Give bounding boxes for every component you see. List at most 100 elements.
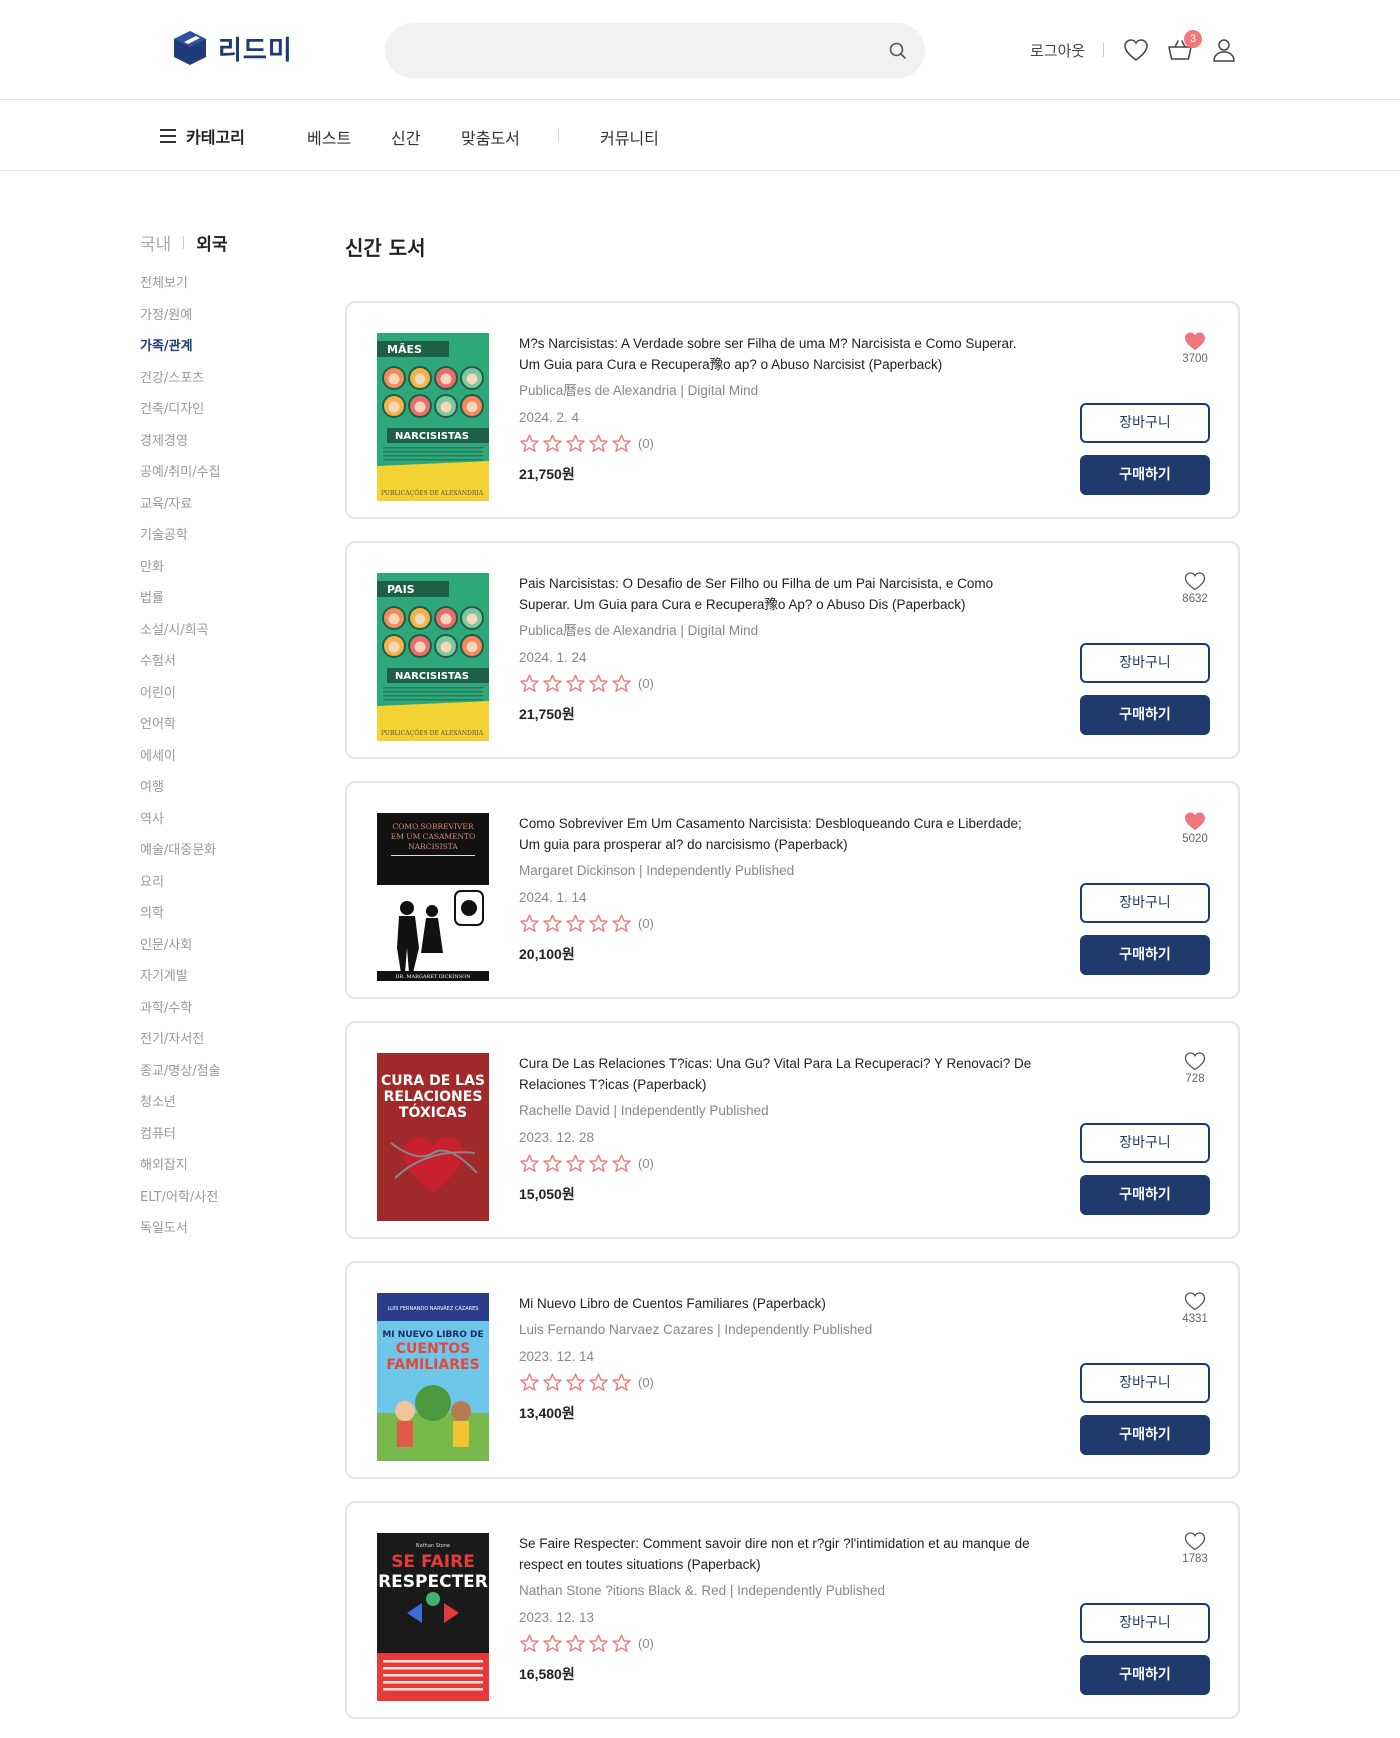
like-button[interactable]: 3700 [1180, 331, 1210, 365]
buy-now-button[interactable]: 구매하기 [1080, 695, 1210, 735]
category-menu-button[interactable]: 카테고리 [160, 124, 245, 148]
buy-now-button[interactable]: 구매하기 [1080, 1415, 1210, 1455]
sidebar-category-item[interactable]: 전체보기 [140, 274, 221, 306]
logo[interactable]: 리드미 [172, 28, 293, 68]
sidebar-category-item[interactable]: 자기계발 [140, 967, 221, 999]
cart-icon[interactable]: 3 [1166, 30, 1203, 64]
logo-text: 리드미 [218, 35, 293, 66]
logout-link[interactable]: 로그아웃 [1030, 40, 1085, 61]
sidebar-category-item[interactable]: 해외잡지 [140, 1156, 221, 1188]
like-button[interactable]: 1783 [1180, 1531, 1210, 1565]
sidebar-category-item[interactable]: 과학/수학 [140, 999, 221, 1031]
buy-now-button[interactable]: 구매하기 [1080, 935, 1210, 975]
sidebar-category-item[interactable]: 경제경영 [140, 432, 221, 464]
book-price: 20,100원 [519, 946, 575, 962]
book-info: M?s Narcisistas: A Verdade sobre ser Fil… [519, 333, 1039, 484]
sidebar-category-item[interactable]: 기술공학 [140, 526, 221, 558]
book-cover-image[interactable]: LUIS FERNANDO NARVÁEZ CÁZARES MI NUEVO LI… [377, 1293, 489, 1461]
sidebar-category-item[interactable]: 의학 [140, 904, 221, 936]
heart-outline-icon [1180, 571, 1210, 591]
nav-item-recommended[interactable]: 맞춤도서 [461, 125, 520, 149]
book-cover-image[interactable]: Nathan Stone SE FAIRE RESPECTER [377, 1533, 489, 1701]
buy-now-button[interactable]: 구매하기 [1080, 1175, 1210, 1215]
sidebar-category-item[interactable]: 요리 [140, 873, 221, 905]
sidebar-category-item[interactable]: 수험서 [140, 652, 221, 684]
book-info: Se Faire Respecter: Comment savoir dire … [519, 1533, 1039, 1684]
svg-text:RELACIONES: RELACIONES [384, 1089, 483, 1105]
book-cover-image[interactable]: PAIS NARCISISTAS PUBLICAÇÕES DE ALEXANDRIA [377, 573, 489, 741]
sidebar-category-item[interactable]: 건강/스포츠 [140, 369, 221, 401]
search-input[interactable] [409, 23, 869, 78]
book-title-link[interactable]: Pais Narcisistas: O Desafio de Ser Filho… [519, 573, 1039, 615]
add-to-cart-button[interactable]: 장바구니 [1080, 883, 1210, 923]
like-button[interactable]: 5020 [1180, 811, 1210, 845]
book-author-publisher: Margaret Dickinson | Independently Publi… [519, 863, 795, 878]
nav-item-best[interactable]: 베스트 [307, 125, 351, 149]
nav-item-community[interactable]: 커뮤니티 [600, 125, 659, 149]
rating-star-icon [519, 1633, 540, 1654]
book-cover-image[interactable]: CURA DE LAS RELACIONES TÓXICAS [377, 1053, 489, 1221]
add-to-cart-button[interactable]: 장바구니 [1080, 1363, 1210, 1403]
sidebar-category-item[interactable]: 공예/취미/수집 [140, 463, 221, 495]
wishlist-heart-icon[interactable] [1122, 36, 1150, 64]
search-icon[interactable] [887, 40, 909, 62]
sidebar-category-item[interactable]: 예술/대중문화 [140, 841, 221, 873]
sidebar-category-item[interactable]: 언어학 [140, 715, 221, 747]
add-to-cart-button[interactable]: 장바구니 [1080, 403, 1210, 443]
book-card: COMO SOBREVIVER EM UM CASAMENTO NARCISISTA… [345, 781, 1240, 999]
rating-star-icon [519, 913, 540, 934]
book-title-link[interactable]: Mi Nuevo Libro de Cuentos Familiares (Pa… [519, 1293, 1039, 1314]
tab-foreign[interactable]: 외국 [196, 230, 227, 255]
buy-now-button[interactable]: 구매하기 [1080, 455, 1210, 495]
rating-star-icon [542, 673, 563, 694]
sidebar-category-item[interactable]: 전기/자서전 [140, 1030, 221, 1062]
rating-star-icon [542, 1372, 563, 1393]
site-header: 리드미 로그아웃 3 [0, 0, 1400, 100]
svg-text:CUENTOS: CUENTOS [396, 1341, 470, 1357]
add-to-cart-button[interactable]: 장바구니 [1080, 1123, 1210, 1163]
rating-star-icon [611, 1633, 632, 1654]
book-title-link[interactable]: Como Sobreviver Em Um Casamento Narcisis… [519, 813, 1039, 855]
sidebar-category-item[interactable]: 어린이 [140, 684, 221, 716]
sidebar-category-item[interactable]: 건축/디자인 [140, 400, 221, 432]
sidebar-category-item[interactable]: 법률 [140, 589, 221, 621]
sidebar-category-item[interactable]: 역사 [140, 810, 221, 842]
buy-now-button[interactable]: 구매하기 [1080, 1655, 1210, 1695]
sidebar-category-item[interactable]: 교육/자료 [140, 495, 221, 527]
tab-domestic[interactable]: 국내 [140, 230, 171, 255]
sidebar-category-item[interactable]: 인문/사회 [140, 936, 221, 968]
nav-item-new[interactable]: 신간 [391, 125, 420, 149]
rating-star-icon [588, 673, 609, 694]
rating-star-icon [588, 1153, 609, 1174]
svg-text:EM UM CASAMENTO: EM UM CASAMENTO [391, 832, 476, 841]
book-author-publisher: Luis Fernando Narvaez Cazares | Independ… [519, 1322, 873, 1337]
like-button[interactable]: 728 [1180, 1051, 1210, 1085]
sidebar-category-item[interactable]: 에세이 [140, 747, 221, 779]
book-cover-image[interactable]: MÃES NARCISISTAS PUBLICAÇÕES DE ALEXANDRIA [377, 333, 489, 501]
rating-count: (0) [638, 675, 654, 691]
sidebar-category-item[interactable]: 청소년 [140, 1093, 221, 1125]
book-title-link[interactable]: M?s Narcisistas: A Verdade sobre ser Fil… [519, 333, 1039, 375]
book-cover-image[interactable]: COMO SOBREVIVER EM UM CASAMENTO NARCISISTA… [377, 813, 489, 981]
sidebar-category-item[interactable]: 여행 [140, 778, 221, 810]
sidebar-category-item[interactable]: ELT/어학/사전 [140, 1188, 221, 1220]
user-icon[interactable] [1210, 36, 1238, 64]
sidebar-category-item[interactable]: 독일도서 [140, 1219, 221, 1251]
add-to-cart-button[interactable]: 장바구니 [1080, 643, 1210, 683]
sidebar-category-item[interactable]: 가정/원예 [140, 306, 221, 338]
main-nav: 카테고리 베스트 신간 맞춤도서 커뮤니티 [0, 101, 1400, 171]
category-list: 전체보기 가정/원예 가족/관계 건강/스포츠 건축/디자인 경제경영 공예/취미/수집 교육… [140, 274, 221, 1251]
book-price: 21,750원 [519, 706, 575, 722]
like-button[interactable]: 8632 [1180, 571, 1210, 605]
like-button[interactable]: 4331 [1180, 1291, 1210, 1325]
sidebar-category-item[interactable]: 만화 [140, 558, 221, 590]
rating-star-icon [611, 913, 632, 934]
book-title-link[interactable]: Se Faire Respecter: Comment savoir dire … [519, 1533, 1039, 1575]
sidebar-category-item[interactable]: 가족/관계 [140, 337, 221, 369]
book-title-link[interactable]: Cura De Las Relaciones T?icas: Una Gu? V… [519, 1053, 1039, 1095]
sidebar-category-item[interactable]: 종교/명상/점술 [140, 1062, 221, 1094]
sidebar-category-item[interactable]: 컴퓨터 [140, 1125, 221, 1157]
book-card: CURA DE LAS RELACIONES TÓXICAS Cura De Las … [345, 1021, 1240, 1239]
add-to-cart-button[interactable]: 장바구니 [1080, 1603, 1210, 1643]
sidebar-category-item[interactable]: 소설/시/희곡 [140, 621, 221, 653]
